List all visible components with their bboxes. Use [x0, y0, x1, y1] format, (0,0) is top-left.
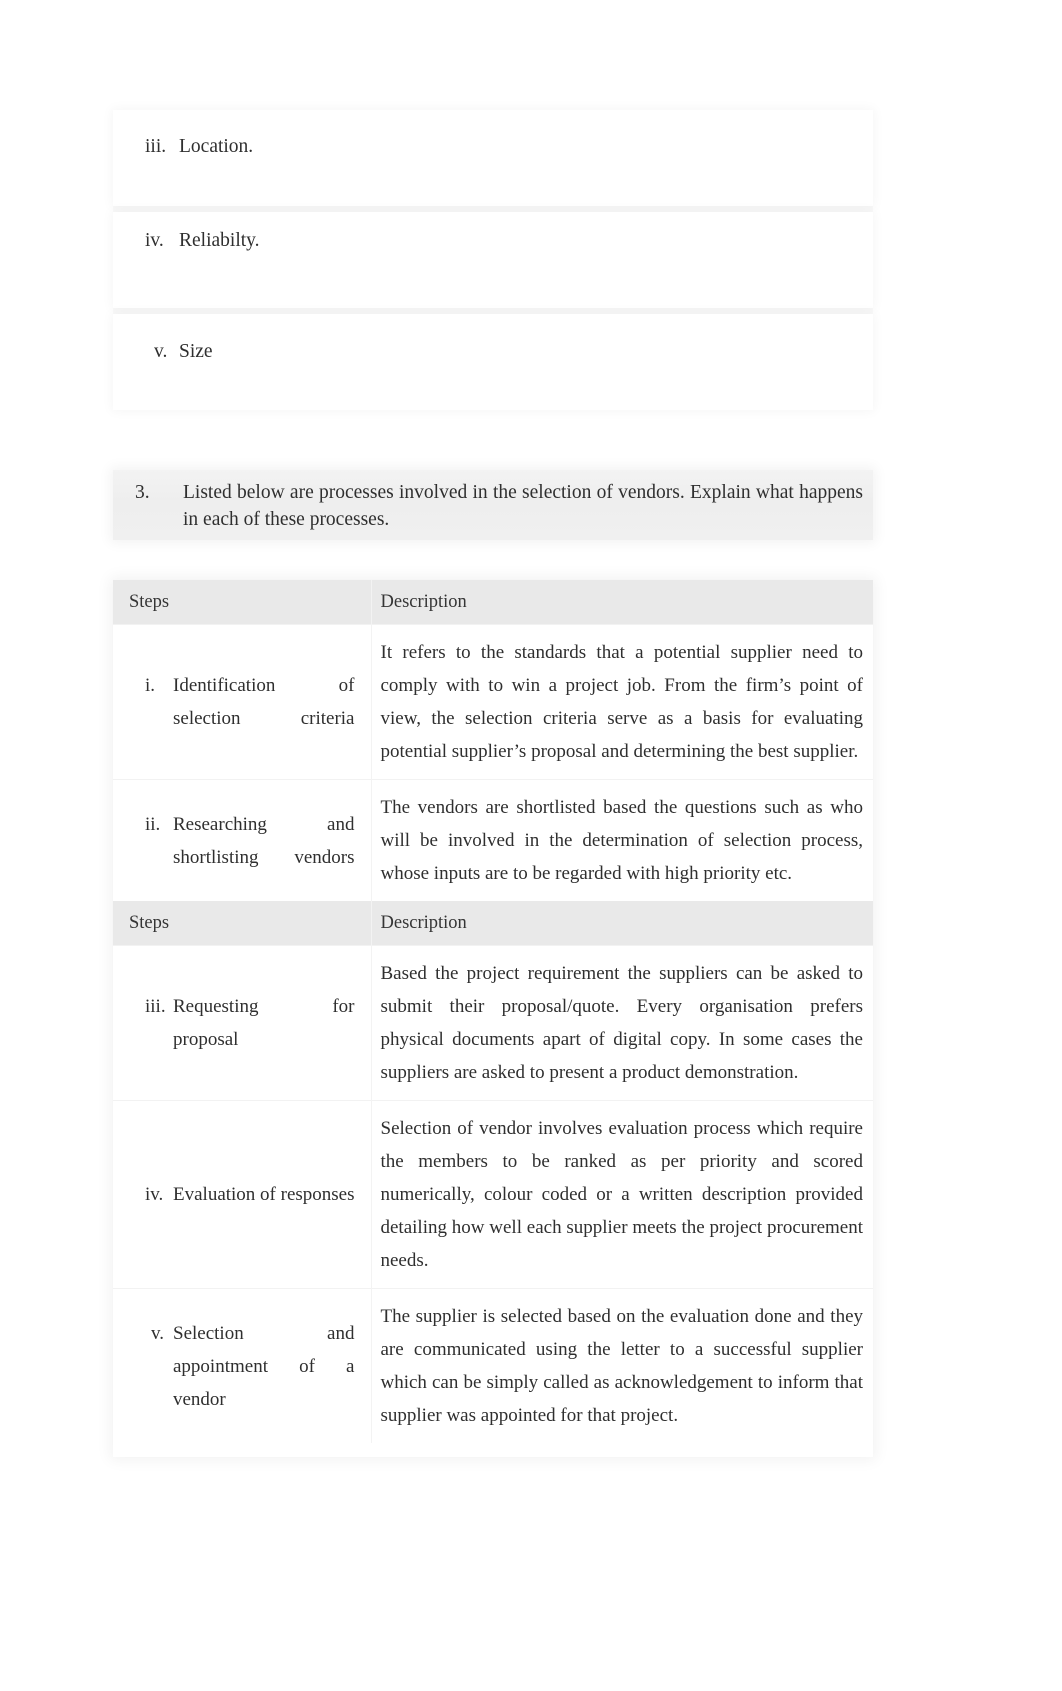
list-item-numeral: iii.: [145, 136, 167, 157]
description-cell: The supplier is selected based on the ev…: [370, 1288, 873, 1443]
table-row: iii. Requesting for proposal Based the p…: [113, 945, 873, 1101]
step-cell: ii. Researching and shortlisting vendors: [113, 779, 371, 901]
description-text: Selection of vendor involves evaluation …: [380, 1118, 864, 1271]
vendor-selection-table: Steps Description i. Identification of s…: [113, 580, 873, 1457]
spacer-cell-right: [371, 1443, 873, 1457]
list-line: iv. Reliabilty.: [127, 228, 260, 254]
description-cell: It refers to the standards that a potent…: [370, 624, 873, 780]
list-item: v. Size: [113, 314, 873, 410]
table-row: i. Identification of selection criteria …: [113, 624, 873, 780]
table-row: iv. Evaluation of responses Selection of…: [113, 1100, 873, 1289]
step-flex: iv. Evaluation of responses: [129, 1178, 359, 1211]
table: Steps Description i. Identification of s…: [113, 580, 873, 1457]
step-numeral: iii.: [145, 996, 166, 1017]
list-item-label: Location.: [179, 136, 254, 157]
step-cell: v. Selection and appointment of a vendor: [113, 1288, 371, 1443]
table-row: v. Selection and appointment of a vendor…: [113, 1288, 873, 1443]
document-page: iii. Location. iv. Reliabilty. v. Size 3…: [0, 0, 1062, 1691]
table-row: ii. Researching and shortlisting vendors…: [113, 779, 873, 901]
list-line: iii. Location.: [127, 134, 253, 160]
step-flex: i. Identification of selection criteria: [129, 669, 359, 735]
step-numeral: iv.: [145, 1184, 164, 1205]
list-line: v. Size: [127, 339, 213, 365]
question-inner: 3. Listed below are processes involved i…: [135, 479, 865, 533]
list-item-label: Size: [179, 341, 213, 362]
step-label: Requesting for proposal: [173, 996, 355, 1050]
list-item-numeral: v.: [154, 341, 168, 362]
description-text: The supplier is selected based on the ev…: [380, 1306, 864, 1426]
step-label: Selection and appointment of a vendor: [173, 1322, 355, 1410]
step-flex: v. Selection and appointment of a vendor: [129, 1317, 359, 1416]
step-flex: iii. Requesting for proposal: [129, 990, 359, 1056]
list-item: iii. Location.: [113, 110, 873, 206]
step-label: Evaluation of responses: [173, 1184, 355, 1205]
table-header-row: Steps Description: [113, 580, 873, 625]
step-numeral: i.: [145, 675, 156, 696]
step-label: Researching and shortlisting vendors: [173, 813, 355, 868]
table-header-row: Steps Description: [113, 901, 873, 946]
step-flex: ii. Researching and shortlisting vendors: [129, 808, 359, 874]
step-numeral: v.: [151, 1322, 165, 1344]
spacer-cell-left: [113, 1443, 371, 1457]
table-bottom-spacer: [113, 1443, 873, 1457]
step-cell: i. Identification of selection criteria: [113, 624, 371, 780]
step-numeral: ii.: [145, 813, 161, 835]
step-label: Identification of selection criteria: [173, 675, 355, 729]
step-cell: iii. Requesting for proposal: [113, 945, 371, 1101]
step-cell: iv. Evaluation of responses: [113, 1100, 371, 1289]
question-block: 3. Listed below are processes involved i…: [113, 470, 873, 540]
description-text: Based the project requirement the suppli…: [380, 963, 864, 1083]
description-text: The vendors are shortlisted based the qu…: [380, 797, 864, 884]
column-header-steps: Steps: [113, 901, 371, 946]
column-header-description: Description: [370, 901, 873, 946]
description-text: It refers to the standards that a potent…: [380, 642, 864, 762]
description-cell: Based the project requirement the suppli…: [370, 945, 873, 1101]
list-item-label: Reliabilty.: [179, 230, 260, 251]
column-header-steps: Steps: [113, 580, 371, 625]
question-text: Listed below are processes involved in t…: [183, 482, 863, 530]
description-cell: Selection of vendor involves evaluation …: [370, 1100, 873, 1289]
list-item: iv. Reliabilty.: [113, 212, 873, 308]
question-number: 3.: [135, 482, 150, 503]
list-item-numeral: iv.: [145, 230, 164, 251]
column-header-description: Description: [370, 580, 873, 625]
continued-list-block: iii. Location. iv. Reliabilty. v. Size: [113, 110, 873, 410]
description-cell: The vendors are shortlisted based the qu…: [370, 779, 873, 901]
